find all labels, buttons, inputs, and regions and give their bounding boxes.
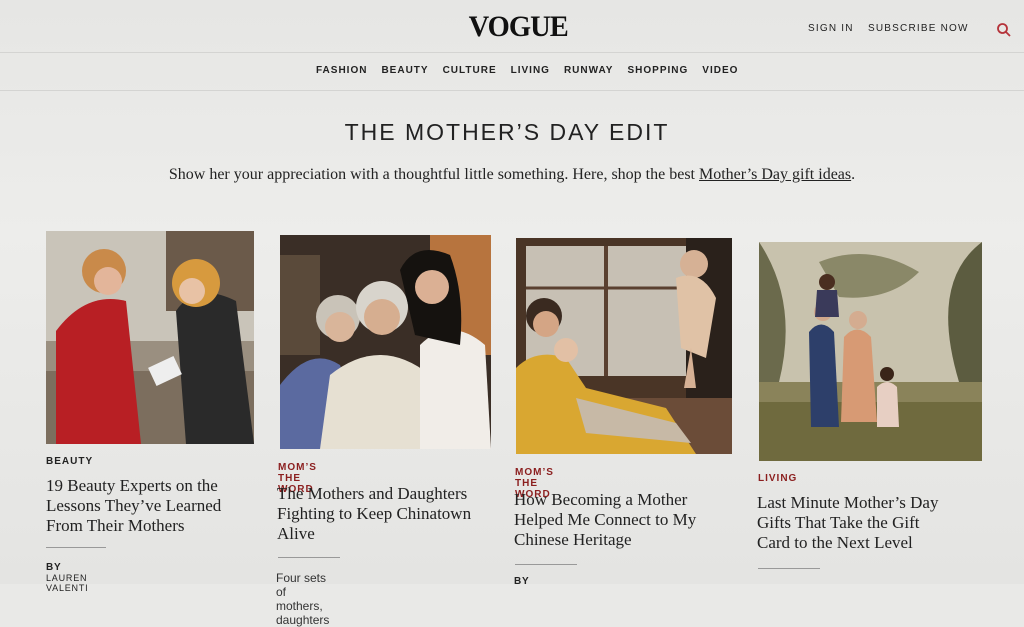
article-byline: BY	[514, 576, 530, 587]
page: VOGUE SIGN IN SUBSCRIBE NOW FASHION BEAU…	[0, 0, 1024, 627]
nav-item-runway[interactable]: RUNWAY	[564, 65, 614, 76]
article-headline[interactable]: How Becoming a Mother Helped Me Connect …	[514, 490, 729, 550]
headline-line: Last Minute Mother’s Day	[757, 493, 939, 512]
headline-line: Card to the Next Level	[757, 533, 913, 552]
nav-item-beauty[interactable]: BEAUTY	[381, 65, 428, 76]
headline-line: Chinese Heritage	[514, 530, 632, 549]
divider	[515, 564, 577, 565]
intro-text: Show her your appreciation with a though…	[168, 166, 699, 183]
divider	[758, 568, 820, 569]
headline-line: How Becoming a Mother	[514, 490, 688, 509]
article-rubric[interactable]: BEAUTY	[46, 456, 93, 467]
divider	[278, 557, 340, 558]
search-icon[interactable]	[996, 22, 1012, 38]
headline-line: From Their Mothers	[46, 516, 185, 535]
byline-prefix: BY	[514, 576, 530, 587]
article-image-heritage[interactable]	[516, 238, 732, 454]
page-title: THE MOTHER’S DAY EDIT	[344, 119, 670, 146]
subscribe-link[interactable]: SUBSCRIBE NOW	[868, 23, 969, 34]
gift-ideas-link[interactable]: Mother’s Day gift ideas	[699, 166, 851, 183]
headline-line: Lessons They’ve Learned	[46, 496, 222, 515]
intro-paragraph: Show her your appreciation with a though…	[0, 166, 1024, 184]
article-dek: Four sets of mothers, daughters	[276, 571, 330, 627]
main-nav: FASHION BEAUTY CULTURE LIVING RUNWAY SHO…	[0, 52, 1024, 91]
divider	[46, 547, 106, 548]
byline-author[interactable]: LAUREN VALENTI	[46, 573, 88, 593]
article-headline[interactable]: 19 Beauty Experts on the Lessons They’ve…	[46, 476, 246, 536]
nav-item-shopping[interactable]: SHOPPING	[627, 65, 688, 76]
headline-line: Gifts That Take the Gift	[757, 513, 920, 532]
article-headline[interactable]: Last Minute Mother’s Day Gifts That Take…	[757, 493, 982, 553]
site-header: VOGUE SIGN IN SUBSCRIBE NOW	[0, 0, 1024, 53]
nav-item-fashion[interactable]: FASHION	[316, 65, 367, 76]
article-image-chinatown[interactable]	[280, 235, 491, 449]
vogue-logo[interactable]: VOGUE	[469, 10, 569, 44]
nav-item-living[interactable]: LIVING	[511, 65, 550, 76]
headline-line: Helped Me Connect to My	[514, 510, 697, 529]
article-rubric[interactable]: LIVING	[758, 473, 797, 484]
nav-item-culture[interactable]: CULTURE	[443, 65, 497, 76]
nav-item-video[interactable]: VIDEO	[702, 65, 738, 76]
headline-line: 19 Beauty Experts on the	[46, 476, 218, 495]
headline-line: The Mothers and Daughters	[277, 484, 468, 503]
sign-in-link[interactable]: SIGN IN	[808, 23, 854, 34]
headline-line: Alive	[277, 524, 315, 543]
article-image-beauty[interactable]	[46, 231, 254, 444]
article-headline[interactable]: The Mothers and Daughters Fighting to Ke…	[277, 484, 492, 544]
article-image-gifts[interactable]	[759, 242, 982, 461]
intro-end: .	[851, 166, 856, 183]
headline-line: Fighting to Keep Chinatown	[277, 504, 472, 523]
article-byline: BY LAUREN VALENTI	[46, 562, 88, 593]
byline-prefix: BY	[46, 562, 62, 573]
